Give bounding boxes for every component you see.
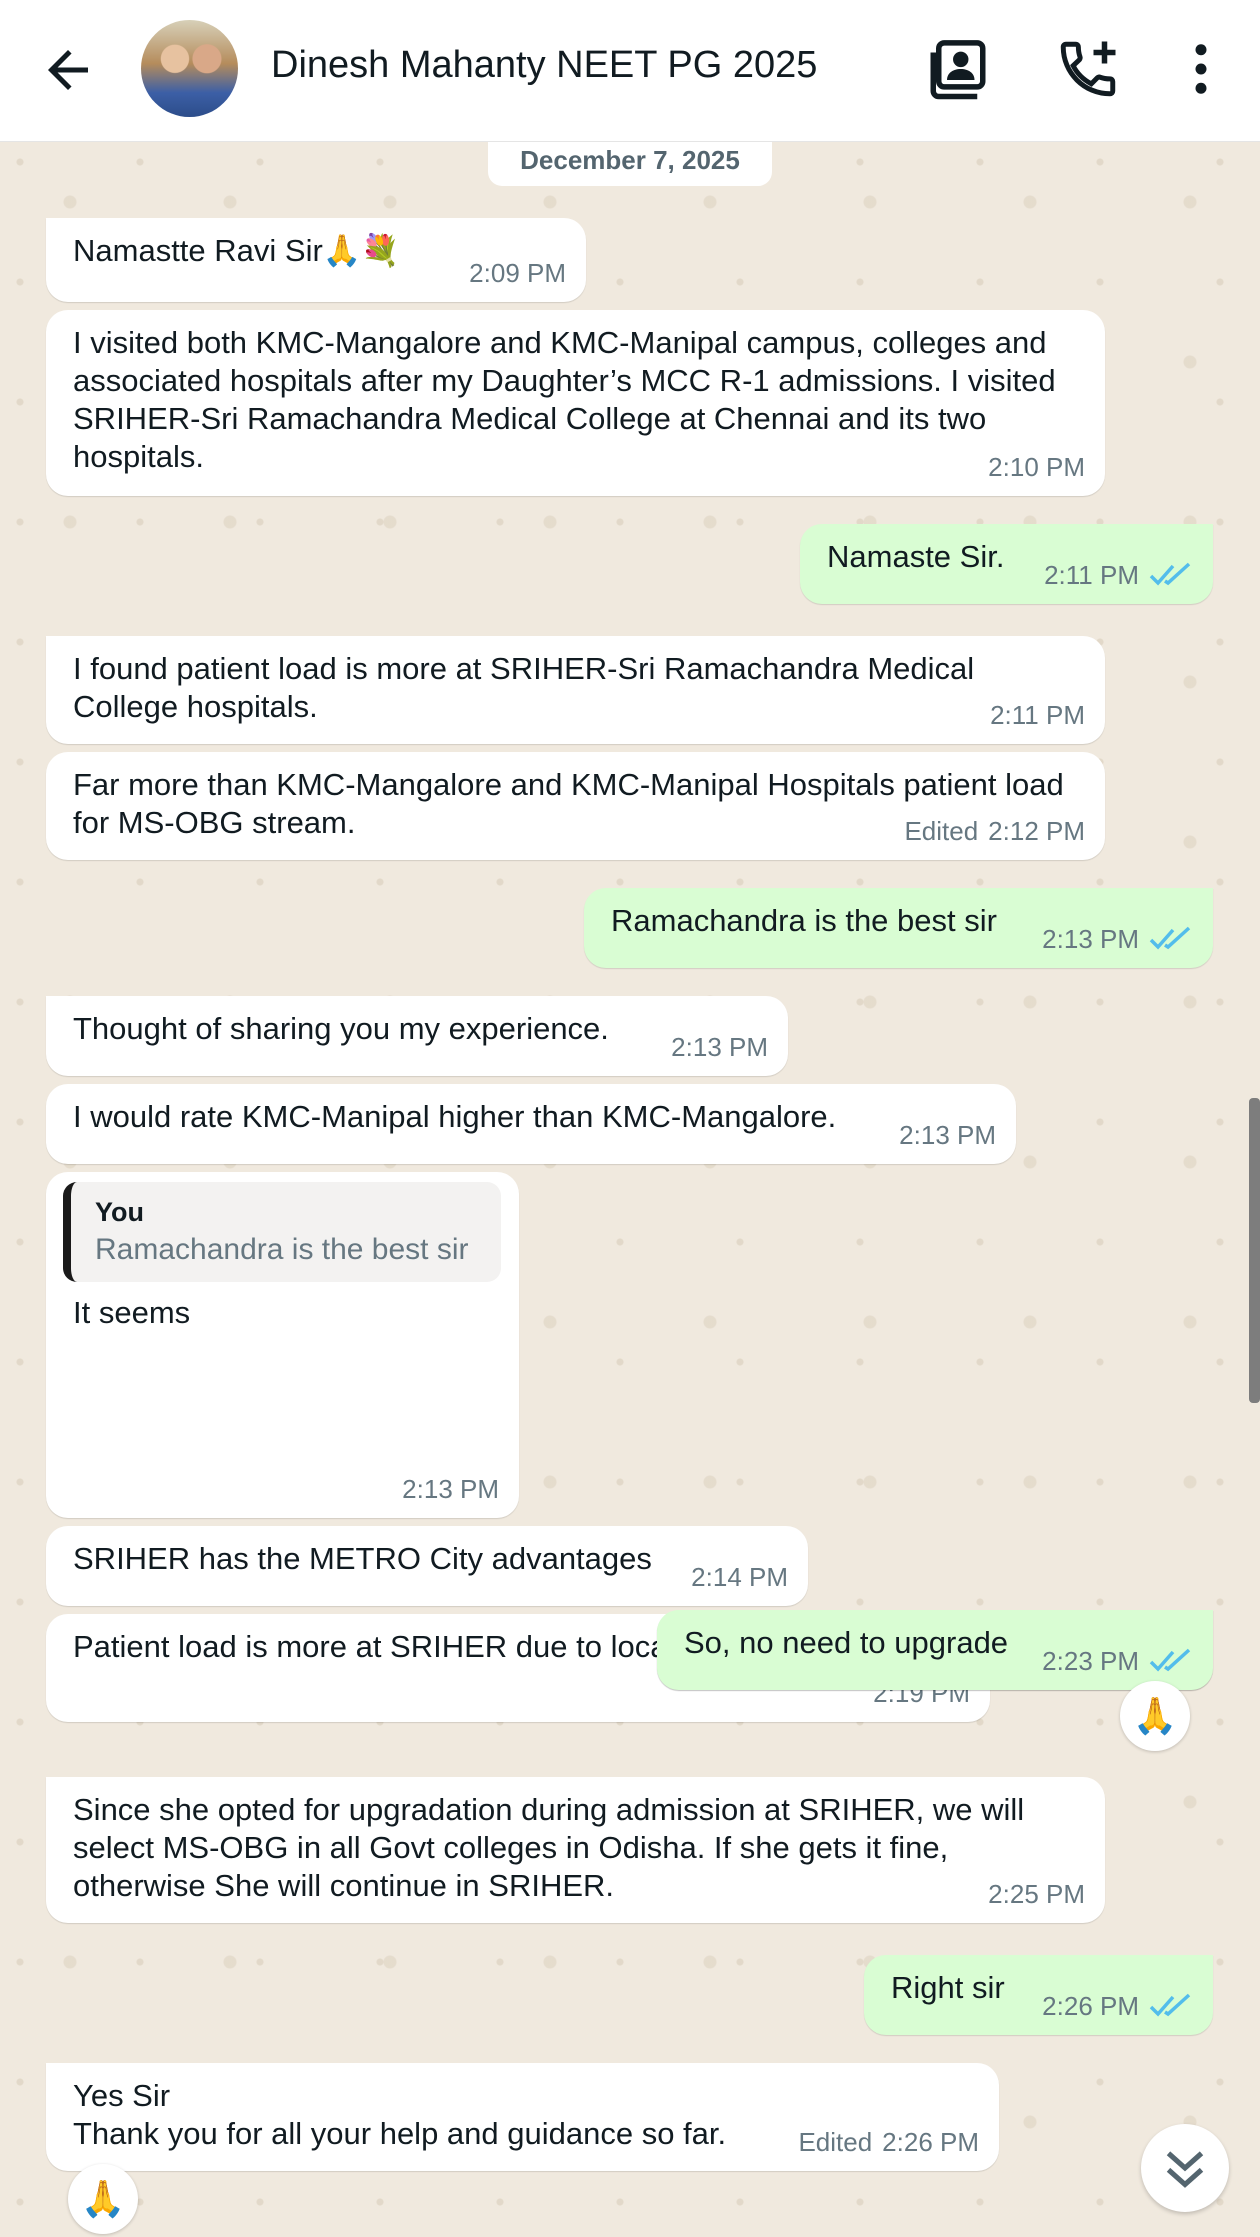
read-ticks-icon [1149,1648,1191,1672]
message-bubble[interactable]: I would rate KMC-Manipal higher than KMC… [46,1084,1016,1164]
message-bubble[interactable]: Right sir 2:26 PM [864,1955,1213,2035]
scroll-to-bottom-button[interactable] [1141,2124,1229,2212]
message-text: SRIHER has the METRO City advantages [73,1541,652,1576]
message-text: Namaste Sir. [827,539,1005,574]
message-text: I found patient load is more at SRIHER-S… [73,651,975,724]
add-call-icon[interactable] [1055,36,1121,102]
message-time: 2:12 PM [988,816,1085,846]
message-text: Namastte Ravi Sir🙏💐 [73,233,400,268]
quoted-message[interactable]: You Ramachandra is the best sir [63,1182,501,1282]
message-bubble[interactable]: Yes Sir Thank you for all your help and … [46,2063,999,2171]
quote-author: You [95,1197,144,1227]
chat-title[interactable]: Dinesh Mahanty NEET PG 2025 [271,44,817,87]
message-text: Since she opted for upgradation during a… [73,1792,1025,1903]
message-text: Thought of sharing you my experience. [73,1011,609,1046]
edited-label: Edited [798,2127,873,2157]
message-text: It seems [73,1295,191,1330]
date-chip: December 7, 2025 [488,142,772,186]
message-time: 2:23 PM [1042,1646,1139,1676]
message-bubble[interactable]: Namaste Sir. 2:11 PM [800,524,1213,604]
message-bubble[interactable]: Ramachandra is the best sir 2:13 PM [584,888,1213,968]
read-ticks-icon [1149,1993,1191,2017]
message-bubble[interactable]: Thought of sharing you my experience. 2:… [46,996,788,1076]
message-text: So, no need to upgrade [684,1625,1009,1660]
back-arrow-icon[interactable] [38,40,98,100]
message-text: I visited both KMC-Mangalore and KMC-Man… [73,325,1056,474]
edited-label: Edited [904,816,979,846]
message-time: 2:13 PM [1042,924,1139,954]
chat-header: Dinesh Mahanty NEET PG 2025 [0,0,1260,142]
message-bubble[interactable]: So, no need to upgrade 2:23 PM [657,1610,1213,1690]
message-time: 2:26 PM [882,2127,979,2157]
avatar[interactable] [141,20,238,117]
message-bubble[interactable]: Far more than KMC-Mangalore and KMC-Mani… [46,752,1105,860]
message-bubble[interactable]: I visited both KMC-Mangalore and KMC-Man… [46,310,1105,496]
read-ticks-icon [1149,562,1191,586]
double-chevron-down-icon [1166,2151,1204,2188]
reaction-badge[interactable]: 🙏 [1120,1681,1190,1751]
read-ticks-icon [1149,926,1191,950]
message-time: 2:11 PM [1044,560,1139,590]
quote-text: Ramachandra is the best sir [95,1233,469,1266]
scrollbar[interactable] [1249,1098,1260,1403]
reply-message-bubble[interactable]: You Ramachandra is the best sir It seems… [46,1172,519,1518]
message-bubble[interactable]: Since she opted for upgradation during a… [46,1777,1105,1923]
message-time: 2:11 PM [990,700,1085,730]
message-time: 2:13 PM [899,1120,996,1150]
message-bubble[interactable]: I found patient load is more at SRIHER-S… [46,636,1105,744]
message-time: 2:09 PM [469,258,566,288]
message-time: 2:14 PM [691,1562,788,1592]
message-bubble[interactable]: Namastte Ravi Sir🙏💐 2:09 PM [46,218,586,302]
message-text: I would rate KMC-Manipal higher than KMC… [73,1099,837,1134]
message-time: 2:10 PM [988,452,1085,482]
more-vertical-icon[interactable] [1168,36,1234,102]
reaction-badge[interactable]: 🙏 [68,2164,138,2234]
message-text-line: Yes Sir [73,2078,171,2113]
message-bubble[interactable]: SRIHER has the METRO City advantages 2:1… [46,1526,808,1606]
message-text: Ramachandra is the best sir [611,903,997,938]
message-time: 2:25 PM [988,1879,1085,1909]
contact-card-icon[interactable] [925,36,991,102]
chat-area[interactable]: December 7, 2025 Namastte Ravi Sir🙏💐 2:0… [0,142,1260,2237]
message-time: 2:13 PM [402,1474,499,1504]
message-time: 2:26 PM [1042,1991,1139,2021]
message-text: Right sir [891,1970,1005,2005]
message-time: 2:13 PM [671,1032,768,1062]
